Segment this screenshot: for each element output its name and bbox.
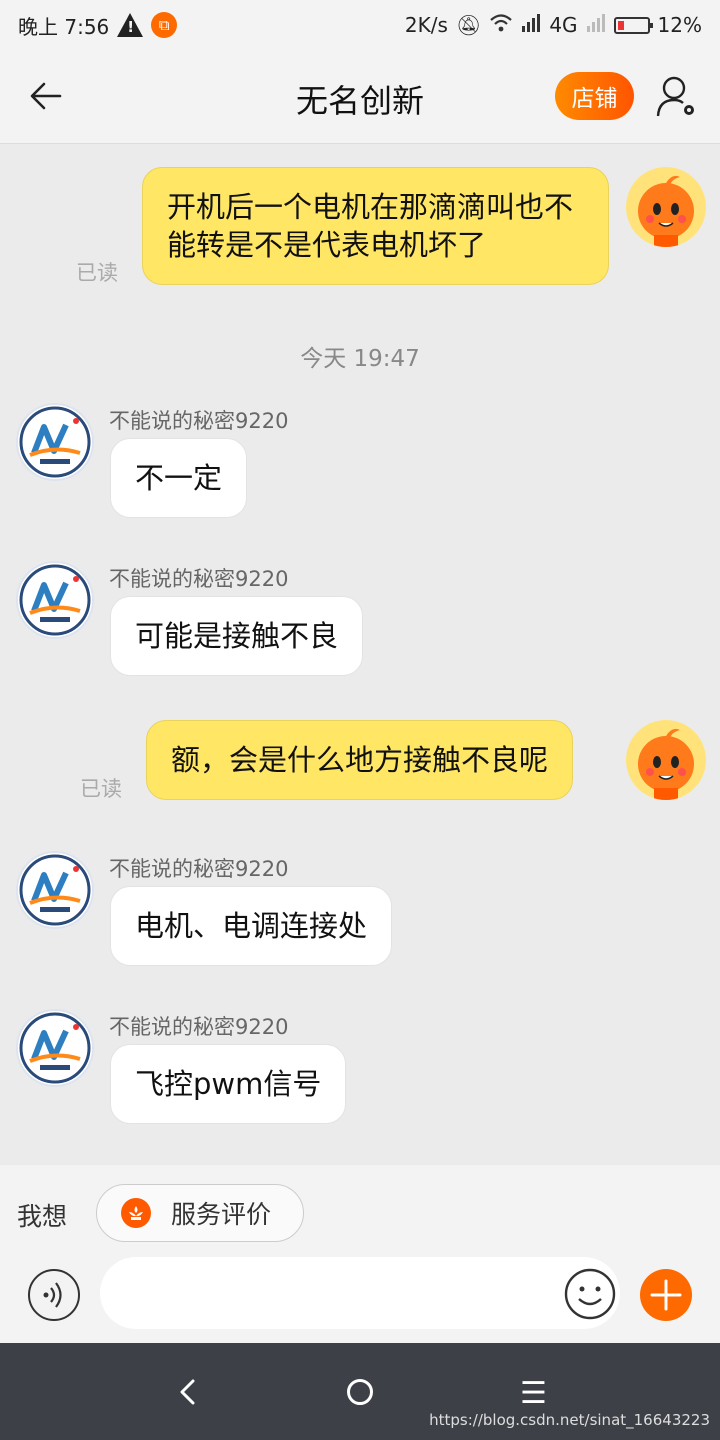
- profile-settings-icon[interactable]: [655, 74, 699, 118]
- message-bubble-mine[interactable]: 开机后一个电机在那滴滴叫也不能转是不是代表电机坏了: [142, 167, 609, 285]
- nav-home-icon[interactable]: [347, 1379, 373, 1405]
- sender-name: 不能说的秘密9220: [109, 409, 289, 433]
- contact-avatar[interactable]: [16, 403, 94, 481]
- watermark: https://blog.csdn.net/sinat_16643223: [429, 1411, 710, 1429]
- net-speed: 2K/s: [404, 13, 448, 37]
- status-time: 晚上 7:56: [18, 14, 110, 39]
- nav-menu-icon[interactable]: ☰: [520, 1376, 547, 1411]
- signal-icon: [521, 13, 541, 37]
- wifi-icon: [489, 13, 513, 38]
- sender-name: 不能说的秘密9220: [109, 1015, 289, 1039]
- warning-icon: [117, 13, 144, 37]
- time-divider: 今天 19:47: [300, 346, 420, 372]
- emoji-icon[interactable]: [563, 1267, 617, 1321]
- message-bubble-mine[interactable]: 额，会是什么地方接触不良呢: [146, 720, 574, 800]
- service-rating-label: 服务评价: [171, 1200, 272, 1229]
- chat-area[interactable]: 已读 开机后一个电机在那滴滴叫也不能转是不是代表电机坏了 今天 19:47 不能…: [0, 145, 720, 1165]
- signal-2-icon: [586, 13, 606, 37]
- voice-input-icon[interactable]: [28, 1269, 80, 1321]
- shop-button[interactable]: 店铺: [555, 72, 634, 120]
- network-type: 4G: [549, 13, 578, 37]
- input-bar: [0, 1245, 720, 1343]
- status-left: 晚上 7:56 ⧉: [18, 11, 178, 40]
- message-input[interactable]: [100, 1257, 620, 1329]
- contact-avatar[interactable]: [16, 851, 94, 929]
- status-bar: 晚上 7:56 ⧉ 2K/s 🔕︎ 4G 12%: [0, 0, 720, 50]
- quick-actions-bar: 我想 服务评价: [0, 1165, 720, 1245]
- message-bubble-theirs[interactable]: 飞控pwm信号: [110, 1044, 347, 1124]
- my-avatar[interactable]: [626, 167, 706, 247]
- read-receipt: 已读: [80, 777, 122, 801]
- battery-level: 12%: [657, 13, 702, 37]
- quick-label: 我想: [17, 1202, 68, 1231]
- read-receipt: 已读: [76, 261, 118, 285]
- message-bubble-theirs[interactable]: 不一定: [110, 438, 248, 518]
- message-bubble-theirs[interactable]: 可能是接触不良: [110, 596, 364, 676]
- contact-avatar[interactable]: [16, 1009, 94, 1087]
- service-rating-button[interactable]: 服务评价: [96, 1184, 304, 1242]
- contact-avatar[interactable]: [16, 561, 94, 639]
- header: 无名创新 店铺: [0, 50, 720, 144]
- message-bubble-theirs[interactable]: 电机、电调连接处: [110, 886, 393, 966]
- app-notification-icon: ⧉: [151, 12, 178, 38]
- my-avatar[interactable]: [626, 720, 706, 800]
- system-nav-bar: ☰ https://blog.csdn.net/sinat_16643223: [0, 1343, 720, 1440]
- plus-icon[interactable]: [640, 1269, 692, 1321]
- sender-name: 不能说的秘密9220: [109, 567, 289, 591]
- battery-icon: [613, 16, 653, 34]
- status-right: 2K/s 🔕︎ 4G 12%: [405, 13, 702, 38]
- sender-name: 不能说的秘密9220: [109, 857, 289, 881]
- mute-icon: 🔕︎: [455, 13, 482, 37]
- nav-back-icon[interactable]: [173, 1377, 203, 1407]
- rating-icon: [121, 1198, 151, 1228]
